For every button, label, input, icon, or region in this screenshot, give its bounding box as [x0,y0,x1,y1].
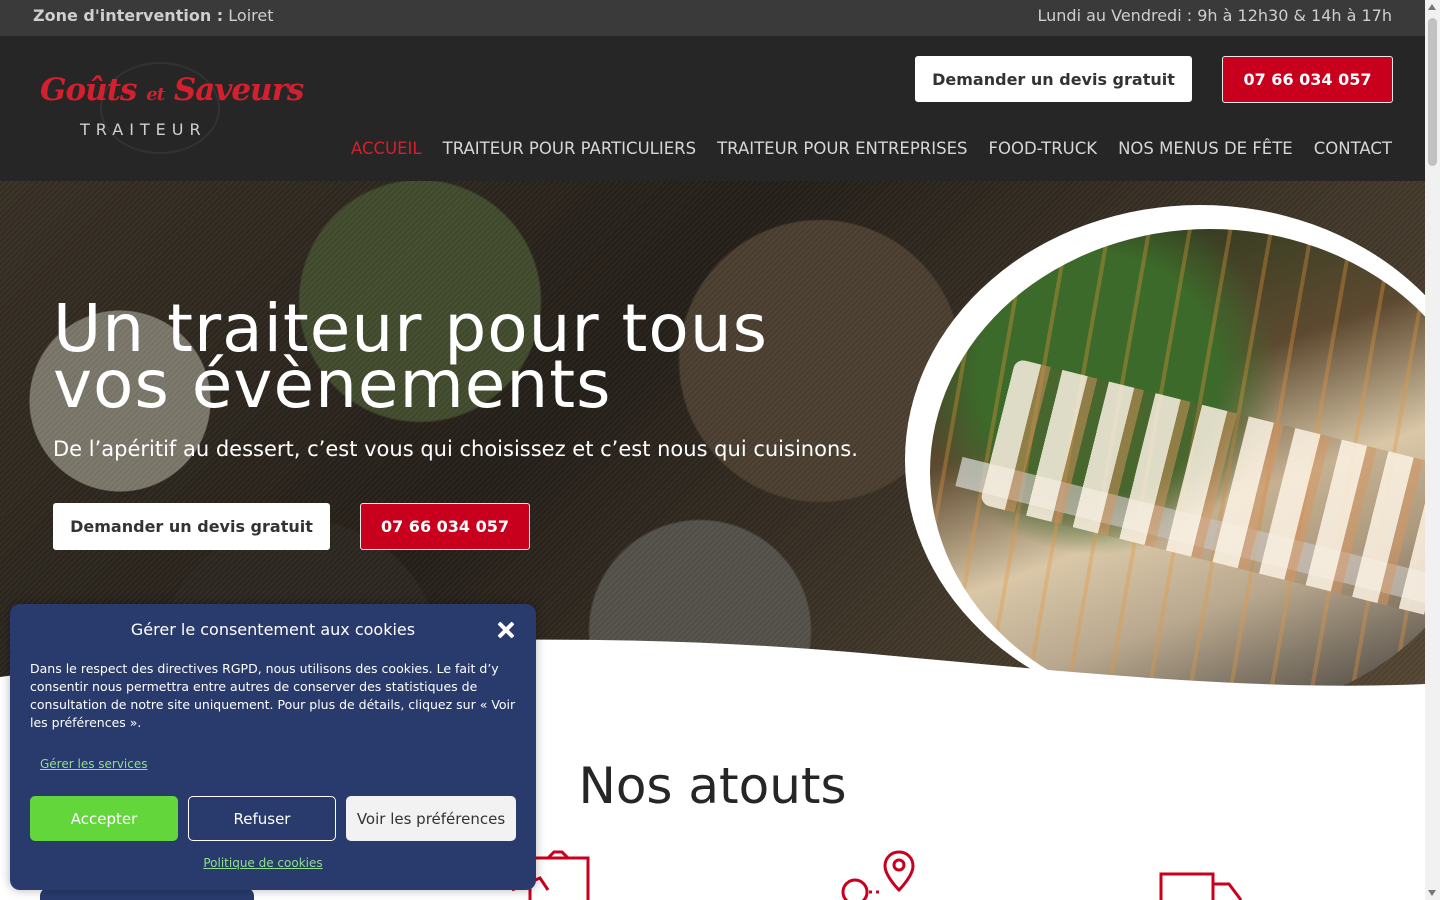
intervention-zone: Zone d'intervention : Loiret [33,6,274,25]
preferences-button[interactable]: Voir les préférences [346,796,516,841]
scroll-down-arrow-icon[interactable] [1428,890,1436,896]
cookie-dialog-text: Dans le respect des directives RGPD, nou… [30,661,516,730]
top-info-bar: Zone d'intervention : Loiret Lundi au Ve… [0,0,1425,36]
nav-item-food-truck[interactable]: FOOD-TRUCK [989,139,1098,158]
logo-script-text: Goûts et Saveurs [40,72,304,108]
nav-item-contact[interactable]: CONTACT [1314,139,1392,158]
hero-phone-button[interactable]: 07 66 034 057 [360,503,530,550]
hero-title: Un traiteur pour tous vos évènements [53,290,769,423]
map-pin-route-icon [841,850,915,900]
nav-item-accueil[interactable]: ACCUEIL [351,139,422,158]
hero-quote-button[interactable]: Demander un devis gratuit [53,503,330,550]
site-logo[interactable]: Goûts et Saveurs TRAITEUR [40,62,304,154]
cookie-dialog-title: Gérer le consentement aux cookies [130,620,416,639]
nav-item-menus-fete[interactable]: NOS MENUS DE FÊTE [1118,139,1293,158]
header-phone-button[interactable]: 07 66 034 057 [1222,56,1393,103]
refuse-button[interactable]: Refuser [188,796,336,841]
zone-label: Zone d'intervention : [33,6,224,25]
cookie-consent-dialog: Gérer le consentement aux cookies Dans l… [10,604,536,890]
cookie-policy-link[interactable]: Politique de cookies [10,856,516,870]
opening-hours: Lundi au Vendredi : 9h à 12h30 & 14h à 1… [1037,6,1393,25]
main-navigation: ACCUEIL TRAITEUR POUR PARTICULIERS TRAIT… [351,139,1392,158]
delivery-truck-icon [1159,872,1243,900]
nav-item-entreprises[interactable]: TRAITEUR POUR ENTREPRISES [717,139,967,158]
zone-value: Loiret [228,6,274,25]
page-scrollbar[interactable] [1425,0,1440,900]
nav-item-particuliers[interactable]: TRAITEUR POUR PARTICULIERS [443,139,696,158]
logo-subtitle: TRAITEUR [80,120,207,139]
hero-subtitle: De l’apéritif au dessert, c’est vous qui… [53,437,858,461]
site-header: Goûts et Saveurs TRAITEUR Demander un de… [0,36,1425,181]
scroll-up-arrow-icon[interactable] [1428,4,1436,10]
manage-services-link[interactable]: Gérer les services [40,757,148,771]
close-icon[interactable] [496,620,516,640]
header-quote-button[interactable]: Demander un devis gratuit [915,56,1192,102]
scrollbar-thumb[interactable] [1428,18,1437,166]
accept-button[interactable]: Accepter [30,796,178,841]
